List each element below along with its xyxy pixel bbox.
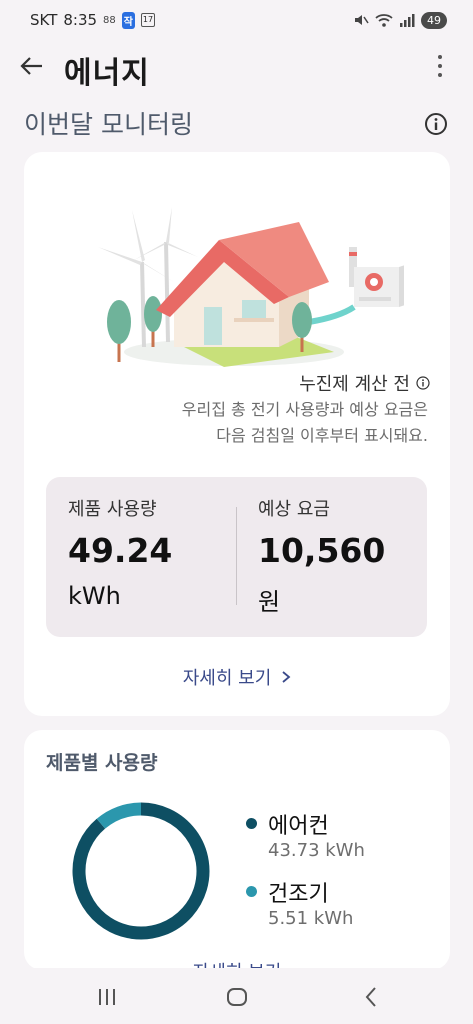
note-description: 우리집 총 전기 사용량과 예상 요금은 다음 검침일 이후부터 표시돼요. [181,400,428,445]
monitoring-card: 누진제 계산 전 우리집 총 전기 사용량과 예상 요금은 다음 검침일 이후부… [24,152,450,716]
progressive-rate-note: 누진제 계산 전 [299,370,430,396]
legend-value: 43.73 kWh [268,840,365,861]
detail-link[interactable]: 자세히 보기 [24,664,450,690]
legend-value: 5.51 kWh [268,908,354,929]
usage-value: 49.24 [68,531,173,570]
legend-dot [246,818,257,829]
card-title: 제품별 사용량 [46,752,158,774]
page-title: 에너지 [64,56,150,91]
charge-unit: 원 [258,588,281,616]
power-plant-icon [349,247,404,307]
legend-name: 건조기 [268,882,329,907]
section-title: 이번달 모니터링 [24,110,193,139]
status-bar: SKT 8:35 88 작 17 49 [0,0,473,40]
info-icon[interactable] [424,112,448,136]
divider [236,507,237,605]
usage-unit: kWh [68,582,121,610]
system-nav-bar [0,968,473,1024]
recent-apps-icon[interactable] [94,984,120,1010]
legend-dot [246,886,257,897]
usage-donut-chart [72,802,210,940]
home-icon[interactable] [224,984,250,1010]
usage-summary-box: 제품 사용량 49.24 kWh 예상 요금 10,560 원 [46,477,427,637]
usage-label: 제품 사용량 [68,499,157,520]
calendar-icon: 17 [140,13,155,27]
product-usage-card: 제품별 사용량 에어컨 43.73 kWh 건조기 5.51 kWh 자세히 보… [24,730,450,970]
mute-icon [355,15,369,25]
notification-icon: 88 [103,14,116,26]
detail-link-label: 자세히 보기 [182,668,272,689]
charge-value: 10,560 [258,531,386,570]
note-title-text: 누진제 계산 전 [299,374,410,395]
signal-icon [400,14,415,27]
back-icon[interactable] [358,984,384,1010]
info-small-icon[interactable] [416,376,430,390]
carrier-label: SKT [30,11,58,29]
app-header: 에너지 [0,40,473,92]
house-energy-illustration [98,207,404,367]
chevron-right-icon [282,671,291,683]
app-badge-icon: 작 [121,11,135,29]
clock: 8:35 [63,11,98,29]
more-options-icon[interactable] [428,52,452,80]
estimated-charge-column: 예상 요금 10,560 원 [258,495,385,617]
back-arrow-icon[interactable] [18,52,46,80]
legend-name: 에어컨 [268,814,329,839]
battery-icon: 49 [421,11,447,29]
wifi-icon [375,14,393,27]
donut-segment-dryer [96,802,142,829]
charge-label: 예상 요금 [258,499,330,520]
donut-segment-aircon [72,802,210,940]
product-usage-column: 제품 사용량 49.24 kWh [68,495,172,610]
